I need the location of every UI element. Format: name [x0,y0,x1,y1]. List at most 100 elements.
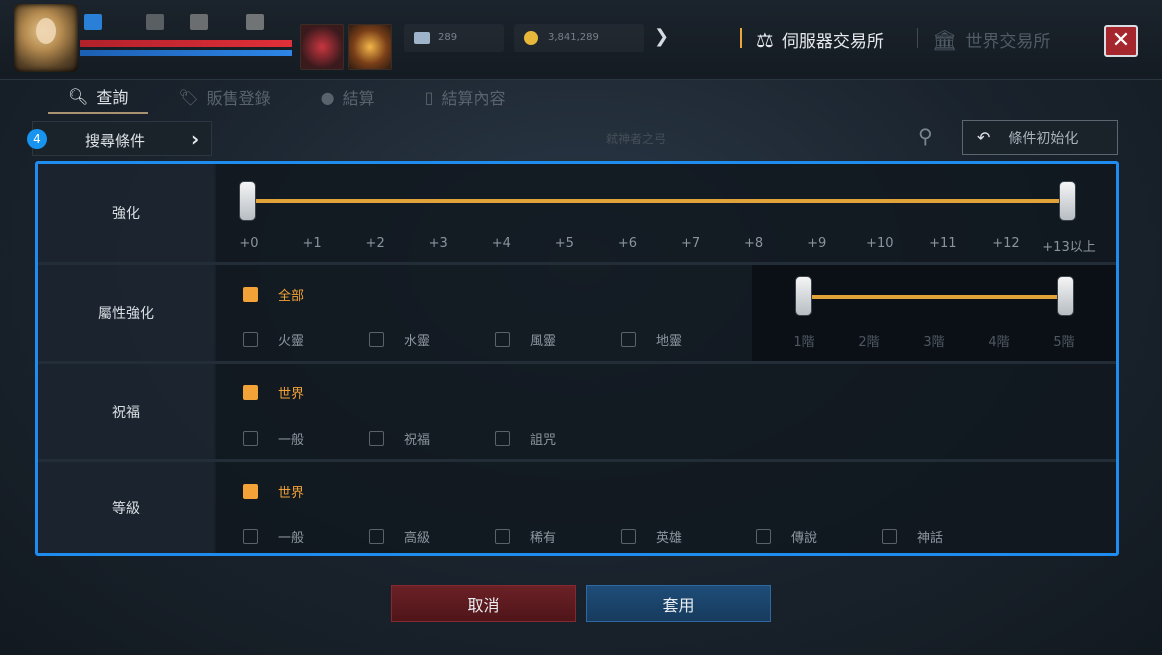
buff-icon-2[interactable] [146,14,164,30]
tag-icon: 🏷︎ [178,87,199,107]
blessing-label: 祝福 [38,364,214,459]
tab-search-label: 查詢 [96,88,129,107]
checkbox-box [621,529,636,544]
top-bar: 289 3,841,289 ❯ ⚖ 伺服器交易所 🏛 世界交易所 ✕ [0,0,1162,80]
blessing-row: 祝福 世界 一般 祝福 詛咒 [38,364,1116,459]
blessing-blessed-label: 祝福 [404,433,431,448]
blessing-cursed-checkbox[interactable]: 詛咒 [495,429,556,448]
enhance-tick-label: +10 [866,236,894,251]
attribute-all-label: 全部 [278,289,305,304]
character-portrait[interactable] [14,4,78,72]
blessing-all-checkbox[interactable]: 世界 [243,383,304,402]
grade-normal-label: 一般 [278,531,305,546]
enhance-tick-label: +0 [239,236,259,251]
grade-legend-label: 傳說 [791,531,818,546]
tab-settlement[interactable]: ● 結算 [301,80,395,114]
grade-advanced-checkbox[interactable]: 高級 [369,527,430,546]
grade-myth-checkbox[interactable]: 神話 [882,527,943,546]
close-button[interactable]: ✕ [1104,25,1138,57]
attribute-label: 屬性強化 [38,265,214,361]
tab-settlement-details-label: 結算內容 [441,89,506,108]
gold-amount: 3,841,289 [548,32,599,43]
search-input[interactable]: 弒神者之弓 [606,130,666,147]
portrait-face [36,18,56,44]
currency-expand-chevron-icon[interactable]: ❯ [654,26,669,47]
search-icon: 🔍︎ [68,86,89,106]
enhance-tick-label: +12 [992,236,1020,251]
enhance-tick-label: +5 [554,236,574,251]
scales-icon: ⚖ [756,27,774,52]
gold-coin-icon [524,31,538,45]
cancel-button[interactable]: 取消 [391,585,576,622]
attribute-tick-label: 3階 [923,335,945,350]
attribute-slider-min-handle[interactable] [795,276,812,316]
diamond-currency: 289 [404,24,504,52]
blessing-body: 世界 一般 祝福 詛咒 [216,364,1116,459]
enhance-tick-label: +8 [744,236,764,251]
grade-rare-label: 稀有 [530,531,557,546]
attribute-wind-label: 風靈 [530,334,557,349]
checkbox-box [882,529,897,544]
enhance-slider-max-handle[interactable] [1059,181,1076,221]
blessing-cursed-label: 詛咒 [530,433,557,448]
checkbox-box [243,385,258,400]
attribute-slider-max-handle[interactable] [1057,276,1074,316]
market-separator [740,28,742,48]
attribute-tick-labels: 1階 2階 3階 4階 5階 [752,331,1116,350]
enhance-slider-min-handle[interactable] [239,181,256,221]
potion-slot-icon[interactable] [300,24,344,70]
search-icon[interactable]: ⚲ [918,124,933,148]
skill-slot-icon[interactable] [348,24,392,70]
enhance-label: 強化 [38,164,214,262]
enhance-tick-label: +11 [929,236,957,251]
tab-server-market[interactable]: ⚖ 伺服器交易所 [756,27,884,53]
blessing-all-label: 世界 [278,387,305,402]
filter-panel: 強化 +0 +1 +2 +3 +4 +5 +6 +7 +8 +9 +10 +11 +12 +13以上 屬性… [35,161,1119,556]
mp-bar [80,50,292,56]
grade-hero-checkbox[interactable]: 英雄 [621,527,682,546]
buff-icon-4[interactable] [246,14,264,30]
checkbox-box [243,332,258,347]
attribute-tick-label: 4階 [988,335,1010,350]
diamond-icon [414,32,430,44]
checkbox-box [243,529,258,544]
attribute-fire-checkbox[interactable]: 火靈 [243,330,304,349]
receipt-icon: ▯ [424,87,434,107]
reset-conditions-button[interactable]: ↶ 條件初始化 [962,120,1118,155]
checkbox-box [495,431,510,446]
grade-normal-checkbox[interactable]: 一般 [243,527,304,546]
blessing-normal-checkbox[interactable]: 一般 [243,429,304,448]
grade-legend-checkbox[interactable]: 傳說 [756,527,817,546]
attribute-water-checkbox[interactable]: 水靈 [369,330,430,349]
grade-rare-checkbox[interactable]: 稀有 [495,527,556,546]
checkbox-box [243,431,258,446]
apply-button[interactable]: 套用 [586,585,771,622]
grade-body: 世界 一般 高級 稀有 英雄 傳說 神話 [216,462,1116,553]
attribute-water-label: 水靈 [404,334,431,349]
attribute-all-checkbox[interactable]: 全部 [243,285,304,304]
tab-settlement-details[interactable]: ▯ 結算內容 [405,80,526,114]
checkbox-box [756,529,771,544]
enhance-tick-label: +9 [807,236,827,251]
attribute-earth-label: 地靈 [656,334,683,349]
enhance-tick-label: +4 [491,236,511,251]
tab-world-market[interactable]: 🏛 世界交易所 [932,27,1050,53]
search-condition-button[interactable]: 4 搜尋條件 › [27,121,212,156]
checkbox-box [369,332,384,347]
enhance-tick-label: +1 [302,236,322,251]
attribute-wind-checkbox[interactable]: 風靈 [495,330,556,349]
attribute-level-slider: 1階 2階 3階 4階 5階 [752,265,1116,361]
buff-icon-1[interactable] [84,14,102,30]
blessing-blessed-checkbox[interactable]: 祝福 [369,429,430,448]
tab-search[interactable]: 🔍︎ 查詢 [48,80,149,114]
gold-currency: 3,841,289 [514,24,644,52]
attribute-earth-checkbox[interactable]: 地靈 [621,330,682,349]
grade-all-label: 世界 [278,486,305,501]
enhance-tick-label: +7 [680,236,701,251]
checkbox-box [495,529,510,544]
grade-hero-label: 英雄 [656,531,683,546]
tab-sell-register[interactable]: 🏷︎ 販售登錄 [158,80,290,114]
market-separator-2 [917,28,918,48]
grade-all-checkbox[interactable]: 世界 [243,482,304,501]
buff-icon-3[interactable] [190,14,208,30]
